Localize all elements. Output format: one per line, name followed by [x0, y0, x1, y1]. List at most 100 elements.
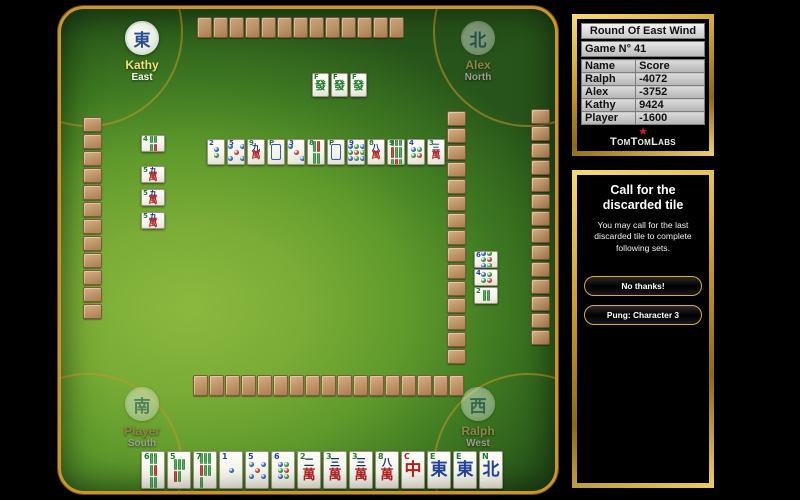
wall-tile[interactable] — [531, 313, 550, 328]
wall-tile[interactable] — [531, 143, 550, 158]
wall-tile[interactable] — [531, 126, 550, 141]
mahjong-tile[interactable]: 5 — [245, 451, 269, 489]
wall-tile[interactable] — [531, 211, 550, 226]
wall-tile[interactable] — [401, 375, 416, 396]
mahjong-tile[interactable]: 9九萬 — [247, 139, 265, 165]
mahjong-tile[interactable]: 2二萬 — [297, 451, 321, 489]
wall-tile[interactable] — [531, 279, 550, 294]
wall-inner-right[interactable] — [447, 111, 466, 366]
mahjong-tile[interactable]: F發 — [331, 73, 348, 97]
wall-tile[interactable] — [321, 375, 336, 396]
mahjong-tile[interactable]: 5 — [227, 139, 245, 165]
wall-tile[interactable] — [531, 228, 550, 243]
wall-tile[interactable] — [289, 375, 304, 396]
mahjong-tile[interactable]: C中 — [401, 451, 425, 489]
wall-tile[interactable] — [357, 17, 372, 38]
mahjong-tile[interactable]: 2 — [474, 287, 498, 304]
wall-tile[interactable] — [447, 332, 466, 347]
wall-tile[interactable] — [447, 349, 466, 364]
wall-tile[interactable] — [447, 315, 466, 330]
mahjong-tile[interactable]: 5五萬 — [141, 166, 165, 183]
wall-tile[interactable] — [83, 134, 102, 149]
wall-tile[interactable] — [531, 194, 550, 209]
wall-tile[interactable] — [531, 330, 550, 345]
wall-tile[interactable] — [373, 17, 388, 38]
wall-tile[interactable] — [83, 151, 102, 166]
wall-tile[interactable] — [389, 17, 404, 38]
discard-group-right[interactable]: 6 4 2 — [474, 251, 498, 304]
wall-tile[interactable] — [309, 17, 324, 38]
wall-tile[interactable] — [447, 145, 466, 160]
mahjong-tile[interactable]: 5 — [167, 451, 191, 489]
mahjong-tile[interactable]: 9 — [387, 139, 405, 165]
wall-tile[interactable] — [447, 111, 466, 126]
wall-tile[interactable] — [209, 375, 224, 396]
wall-tile[interactable] — [197, 17, 212, 38]
mahjong-tile[interactable]: 3 — [287, 139, 305, 165]
wall-tile[interactable] — [83, 236, 102, 251]
wall-tile[interactable] — [447, 213, 466, 228]
wall-tile[interactable] — [83, 253, 102, 268]
wall-tile[interactable] — [213, 17, 228, 38]
wall-tile[interactable] — [447, 264, 466, 279]
no-thanks-button[interactable]: No thanks! — [584, 276, 702, 297]
mahjong-tile[interactable]: E東 — [427, 451, 451, 489]
wall-tile[interactable] — [305, 375, 320, 396]
mahjong-tile[interactable]: 4 — [141, 135, 165, 152]
mahjong-tile[interactable]: 5五萬 — [141, 212, 165, 229]
mahjong-tile[interactable]: 3三萬 — [349, 451, 373, 489]
wall-tile[interactable] — [83, 117, 102, 132]
mahjong-tile[interactable]: E東 — [453, 451, 477, 489]
wall-tile[interactable] — [337, 375, 352, 396]
wall-tile[interactable] — [447, 298, 466, 313]
wall-tile[interactable] — [341, 17, 356, 38]
wall-tile[interactable] — [447, 162, 466, 177]
wall-tile[interactable] — [531, 262, 550, 277]
mahjong-tile[interactable]: P — [267, 139, 285, 165]
wall-tile[interactable] — [325, 17, 340, 38]
wall-tile[interactable] — [385, 375, 400, 396]
mahjong-tile[interactable]: P — [327, 139, 345, 165]
mahjong-tile[interactable]: N北 — [479, 451, 503, 489]
wall-right[interactable] — [531, 109, 550, 347]
wall-tile[interactable] — [531, 109, 550, 124]
mahjong-tile[interactable]: 8八萬 — [375, 451, 399, 489]
seat-ralph[interactable]: 西 Ralph West — [423, 387, 533, 449]
wall-tile[interactable] — [447, 179, 466, 194]
wall-tile[interactable] — [293, 17, 308, 38]
wall-tile[interactable] — [83, 185, 102, 200]
mahjong-tile[interactable]: 3三萬 — [427, 139, 445, 165]
wall-tile[interactable] — [447, 128, 466, 143]
wall-tile[interactable] — [369, 375, 384, 396]
mahjong-tile[interactable]: F發 — [350, 73, 367, 97]
wall-tile[interactable] — [277, 17, 292, 38]
mahjong-tile[interactable]: 1 — [219, 451, 243, 489]
wall-tile[interactable] — [83, 202, 102, 217]
wall-tile[interactable] — [433, 375, 448, 396]
player-hand[interactable]: 6571562二萬3三萬3三萬8八萬C中E東E東N北 — [141, 451, 503, 489]
mahjong-tile[interactable]: 9 — [347, 139, 365, 165]
wall-tile[interactable] — [261, 17, 276, 38]
wall-tile[interactable] — [229, 17, 244, 38]
wall-tile[interactable] — [531, 296, 550, 311]
wall-tile[interactable] — [83, 270, 102, 285]
discard-group-left[interactable]: 4 5五萬 5五萬 5五萬 — [141, 135, 165, 229]
wall-tile[interactable] — [447, 247, 466, 262]
mahjong-tile[interactable]: 6 — [141, 451, 165, 489]
wall-tile[interactable] — [447, 230, 466, 245]
wall-tile[interactable] — [417, 375, 432, 396]
game-table[interactable]: 東 Kathy East 北 Alex North 南 Player South… — [58, 6, 558, 494]
mahjong-tile[interactable]: 4 — [407, 139, 425, 165]
wall-tile[interactable] — [225, 375, 240, 396]
wall-tile[interactable] — [531, 160, 550, 175]
mahjong-tile[interactable]: 2 — [207, 139, 225, 165]
wall-tile[interactable] — [447, 196, 466, 211]
discard-row-center[interactable]: 2 5 9九萬 P 3 8 P 9 8八萬 9 4 3三萬 — [207, 139, 445, 165]
wall-tile[interactable] — [83, 219, 102, 234]
seat-alex[interactable]: 北 Alex North — [423, 21, 533, 83]
wall-tile[interactable] — [449, 375, 464, 396]
wall-tile[interactable] — [257, 375, 272, 396]
mahjong-tile[interactable]: 8 — [307, 139, 325, 165]
mahjong-tile[interactable]: 7 — [193, 451, 217, 489]
mahjong-tile[interactable]: 5五萬 — [141, 189, 165, 206]
